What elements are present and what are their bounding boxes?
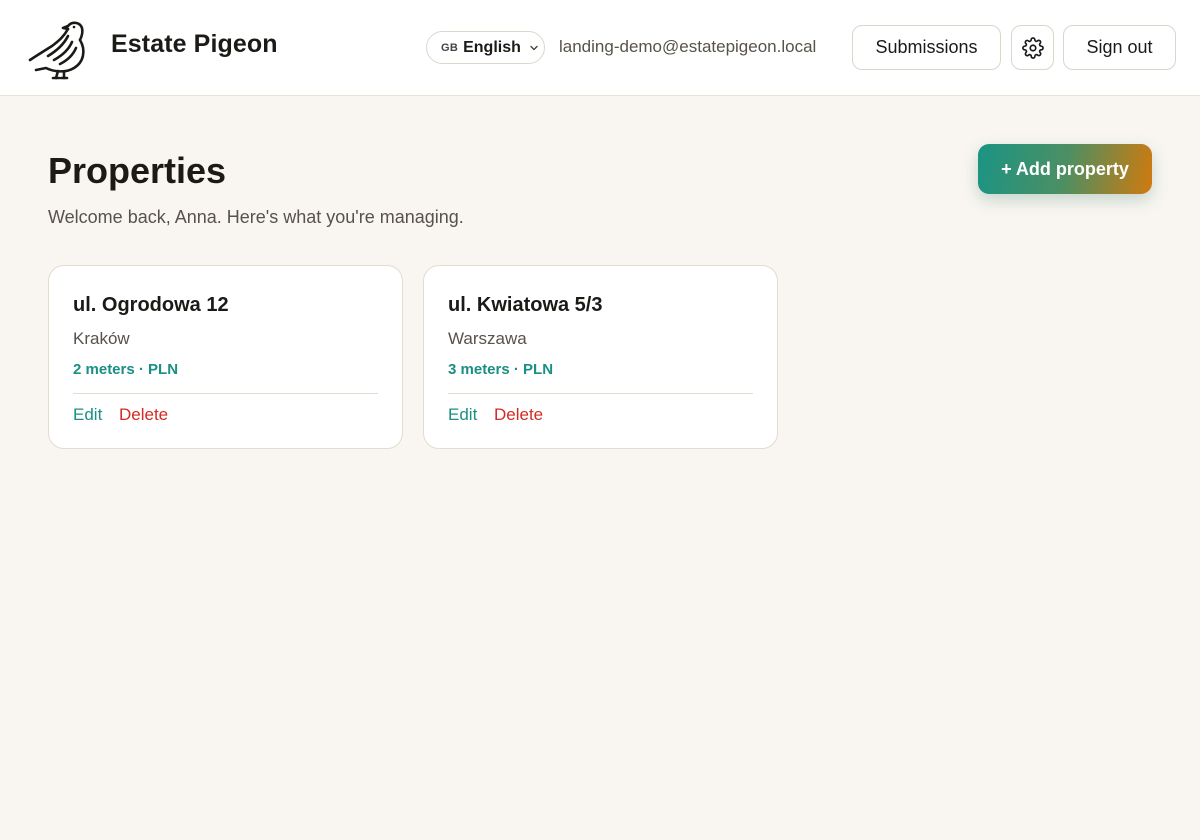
page-title: Properties: [48, 150, 227, 191]
delete-property-button[interactable]: Delete: [119, 405, 168, 425]
gb-flag-icon: GB: [441, 41, 459, 54]
add-property-button[interactable]: + Add property: [978, 144, 1152, 194]
settings-button[interactable]: [1011, 25, 1054, 70]
property-city: Warszawa: [448, 329, 527, 348]
edit-property-button[interactable]: Edit: [448, 405, 477, 425]
language-label: English: [463, 38, 521, 56]
property-city: Kraków: [73, 329, 130, 348]
chevron-down-icon: [530, 45, 538, 50]
card-divider: [73, 393, 378, 394]
sign-out-button[interactable]: Sign out: [1063, 25, 1176, 70]
property-card: ul. Kwiatowa 5/3 Warszawa 3 meters · PLN…: [423, 265, 778, 449]
property-name: ul. Kwiatowa 5/3: [448, 294, 603, 316]
pigeon-logo-icon: [28, 21, 85, 80]
delete-property-button[interactable]: Delete: [494, 405, 543, 425]
submissions-button[interactable]: Submissions: [852, 25, 1001, 70]
card-divider: [448, 393, 753, 394]
top-header: Estate Pigeon GB English landing-demo@es…: [0, 0, 1200, 96]
property-card: ul. Ogrodowa 12 Kraków 2 meters · PLN Ed…: [48, 265, 403, 449]
language-selector[interactable]: GB English: [426, 31, 545, 64]
brand-name: Estate Pigeon: [111, 30, 278, 58]
property-name: ul. Ogrodowa 12: [73, 294, 229, 316]
user-email: landing-demo@estatepigeon.local: [559, 37, 817, 56]
edit-property-button[interactable]: Edit: [73, 405, 102, 425]
gear-icon: [1021, 36, 1044, 59]
property-meta: 2 meters · PLN: [73, 361, 179, 378]
page-subtitle: Welcome back, Anna. Here's what you're m…: [48, 207, 464, 227]
property-meta: 3 meters · PLN: [448, 361, 554, 378]
